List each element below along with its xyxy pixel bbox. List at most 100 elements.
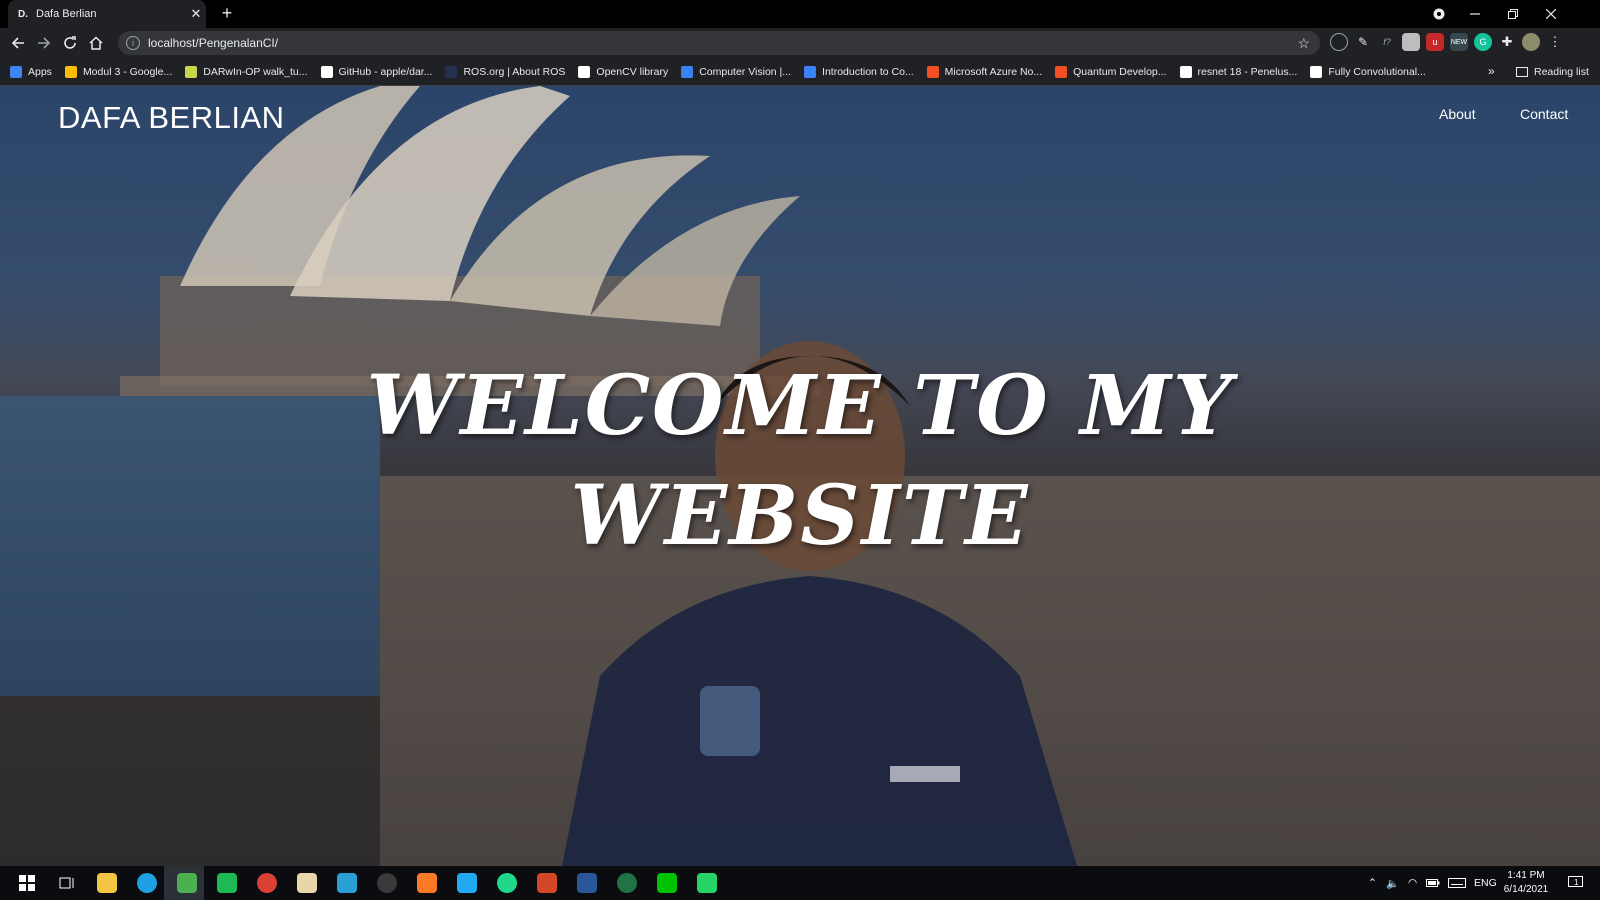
edge-icon[interactable] bbox=[134, 870, 160, 896]
bookmark-icon bbox=[185, 65, 198, 78]
clock-date: 6/14/2021 bbox=[1503, 884, 1549, 895]
bookmark-star-icon[interactable]: ☆ bbox=[1297, 35, 1310, 52]
chrome-profile-icon[interactable] bbox=[1420, 0, 1458, 28]
bookmark-item[interactable]: Computer Vision |... bbox=[681, 65, 791, 78]
site-info-icon[interactable]: i bbox=[126, 36, 140, 50]
dts-app-icon-glyph bbox=[297, 873, 317, 893]
back-icon[interactable] bbox=[7, 32, 29, 54]
window-app-icon-glyph bbox=[337, 873, 357, 893]
todoist-icon[interactable] bbox=[254, 870, 280, 896]
bookmark-item[interactable]: GitHub - apple/dar... bbox=[320, 65, 433, 78]
vscode-icon[interactable] bbox=[454, 870, 480, 896]
close-window-icon[interactable] bbox=[1532, 0, 1570, 28]
browser-tab[interactable]: D. Dafa Berlian ✕ bbox=[8, 0, 206, 28]
hero-heading-line-1: Welcome To My bbox=[366, 358, 1234, 454]
bookmarks-overflow-icon[interactable]: » bbox=[1488, 64, 1495, 78]
tab-close-icon[interactable]: ✕ bbox=[186, 6, 206, 22]
spotify-icon-glyph bbox=[217, 873, 237, 893]
whatsapp-icon[interactable] bbox=[694, 870, 720, 896]
pycharm-icon[interactable] bbox=[494, 870, 520, 896]
extension-icon[interactable] bbox=[1330, 33, 1348, 51]
xampp-icon-glyph bbox=[417, 873, 437, 893]
volume-icon[interactable]: 🔈 bbox=[1386, 866, 1399, 900]
file-explorer-icon[interactable] bbox=[94, 870, 120, 896]
xampp-icon[interactable] bbox=[414, 870, 440, 896]
minimize-icon[interactable] bbox=[1456, 0, 1494, 28]
extension-icon[interactable]: f? bbox=[1378, 33, 1396, 51]
powerpoint-icon[interactable] bbox=[534, 870, 560, 896]
terminal-icon-glyph bbox=[377, 873, 397, 893]
bookmark-item[interactable]: ROS.org | About ROS bbox=[445, 65, 566, 78]
bookmark-label: ROS.org | About ROS bbox=[463, 65, 566, 78]
word-icon-glyph bbox=[577, 873, 597, 893]
restore-icon[interactable] bbox=[1494, 0, 1532, 28]
windows-taskbar: ⌃ 🔈 ◠ ENG 1:41 PM 6/14/2021 1 bbox=[0, 866, 1600, 900]
grammarly-icon[interactable]: G bbox=[1474, 33, 1492, 51]
extensions-area: ✎ f? u NEW G ✚ ⋮ bbox=[1330, 33, 1564, 51]
puzzle-icon[interactable]: ✚ bbox=[1498, 33, 1516, 51]
bookmark-item[interactable]: OpenCV library bbox=[578, 65, 668, 78]
tray-chevron-icon[interactable]: ⌃ bbox=[1368, 866, 1377, 900]
chrome-icon[interactable] bbox=[174, 870, 200, 896]
language-indicator[interactable]: ENG bbox=[1474, 866, 1497, 900]
reload-icon[interactable] bbox=[59, 32, 81, 54]
edge-icon-glyph bbox=[137, 873, 157, 893]
line-icon[interactable] bbox=[654, 870, 680, 896]
window-app-icon[interactable] bbox=[334, 870, 360, 896]
task-view-icon[interactable] bbox=[54, 870, 80, 896]
reading-list-button[interactable]: Reading list bbox=[1516, 58, 1589, 86]
bookmark-item[interactable]: Apps bbox=[10, 65, 52, 78]
extension-icon[interactable] bbox=[1402, 33, 1420, 51]
bookmark-item[interactable]: Introduction to Co... bbox=[804, 65, 914, 78]
dts-app-icon[interactable] bbox=[294, 870, 320, 896]
bookmark-item[interactable]: resnet 18 - Penelus... bbox=[1179, 65, 1298, 78]
tab-title: Dafa Berlian bbox=[36, 8, 97, 20]
notification-center-icon[interactable]: 1 bbox=[1568, 866, 1583, 900]
bookmark-icon bbox=[804, 65, 817, 78]
home-icon[interactable] bbox=[85, 32, 107, 54]
nav-link-about[interactable]: About bbox=[1439, 106, 1476, 122]
bookmark-item[interactable]: Microsoft Azure No... bbox=[926, 65, 1043, 78]
google-icon bbox=[1310, 65, 1323, 78]
keyboard-icon[interactable] bbox=[1448, 866, 1466, 900]
bookmark-label: Fully Convolutional... bbox=[1328, 65, 1426, 78]
spotify-icon[interactable] bbox=[214, 870, 240, 896]
bookmarks-bar: Apps Modul 3 - Google... DARwIn-OP walk_tu… bbox=[0, 58, 1600, 86]
whatsapp-icon-glyph bbox=[697, 873, 717, 893]
bookmark-label: Apps bbox=[28, 65, 52, 78]
extension-icon[interactable]: ✎ bbox=[1354, 33, 1372, 51]
site-brand-logo[interactable]: DAFA BERLIAN bbox=[58, 100, 285, 136]
new-tab-button[interactable]: + bbox=[216, 3, 238, 24]
profile-avatar[interactable] bbox=[1522, 33, 1540, 51]
powerpoint-icon-glyph bbox=[537, 873, 557, 893]
bookmark-item[interactable]: Fully Convolutional... bbox=[1310, 65, 1426, 78]
wifi-icon[interactable]: ◠ bbox=[1408, 866, 1417, 900]
file-explorer-icon-glyph bbox=[97, 873, 117, 893]
extension-icon[interactable]: NEW bbox=[1450, 33, 1468, 51]
extension-icon[interactable]: u bbox=[1426, 33, 1444, 51]
excel-icon-glyph bbox=[617, 873, 637, 893]
tab-strip: D. Dafa Berlian ✕ + bbox=[0, 0, 1600, 28]
bookmark-label: Microsoft Azure No... bbox=[944, 65, 1043, 78]
battery-icon[interactable] bbox=[1426, 866, 1440, 900]
bookmark-label: resnet 18 - Penelus... bbox=[1197, 65, 1298, 78]
nav-link-contact[interactable]: Contact bbox=[1520, 106, 1568, 122]
github-icon bbox=[320, 65, 333, 78]
address-bar[interactable]: i localhost/PengenalanCI/ ☆ bbox=[118, 31, 1320, 55]
excel-icon[interactable] bbox=[614, 870, 640, 896]
hero-section: DAFA BERLIAN About Contact Welcome To My… bbox=[0, 86, 1600, 866]
bookmark-item[interactable]: Modul 3 - Google... bbox=[64, 65, 172, 78]
chrome-menu-icon[interactable]: ⋮ bbox=[1546, 33, 1564, 51]
bookmark-item[interactable]: DARwIn-OP walk_tu... bbox=[185, 65, 308, 78]
reading-list-label: Reading list bbox=[1534, 66, 1589, 78]
bookmark-label: GitHub - apple/dar... bbox=[338, 65, 433, 78]
bookmark-item[interactable]: Quantum Develop... bbox=[1055, 65, 1167, 78]
system-clock[interactable]: 1:41 PM 6/14/2021 bbox=[1498, 869, 1554, 897]
todoist-icon-glyph bbox=[257, 873, 277, 893]
bookmark-icon bbox=[681, 65, 694, 78]
forward-icon[interactable] bbox=[33, 32, 55, 54]
windows-start-icon[interactable] bbox=[14, 870, 40, 896]
terminal-icon[interactable] bbox=[374, 870, 400, 896]
word-icon[interactable] bbox=[574, 870, 600, 896]
opencv-icon bbox=[578, 65, 591, 78]
